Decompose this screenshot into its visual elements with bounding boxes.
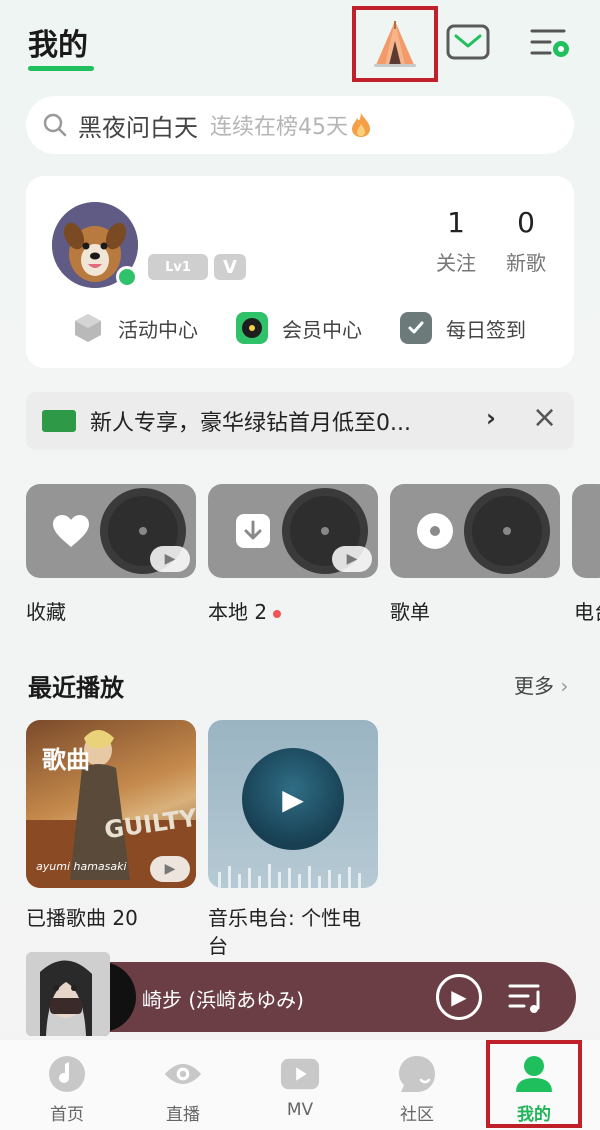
playlist-label: 歌单 [390,600,430,624]
play-icon[interactable]: ▶ [150,546,190,572]
play-pause-button[interactable]: ▶ [436,974,482,1020]
skin-tent-button[interactable] [352,6,438,82]
promo-text: 新人专享，豪华绿钻首月低至0... [90,411,411,436]
vip-center-link[interactable]: 会员中心 [236,312,362,344]
vip-center-label: 会员中心 [282,317,362,342]
radio-label-wrap: 音乐电台: 个性电 台 [208,904,388,960]
tent-icon [374,21,416,67]
activity-center-label: 活动中心 [118,317,198,342]
disc-icon [414,510,456,552]
calendar-check-icon [400,312,432,344]
tab-home-label: 首页 [50,1105,84,1125]
search-bar[interactable]: 黑夜问白天 连续在榜45天 [26,96,574,154]
daily-checkin-label: 每日签到 [446,317,526,342]
music-note-icon [47,1054,87,1094]
vinyl-icon [236,312,268,344]
radio-label: 电台 [574,600,600,624]
tab-mv[interactable]: MV [255,1040,345,1130]
heart-icon [50,510,92,552]
local-label: 本地 2 [208,600,268,624]
waveform-icon [218,864,361,888]
tab-community[interactable]: 社区 [372,1040,462,1130]
singer-portrait [26,952,110,1036]
album-artist-text: ayumi hamasaki [36,860,127,873]
favorites-tile[interactable]: ▶ [26,484,196,578]
following-count: 1 [447,206,465,239]
fire-icon [352,113,370,137]
stat-following[interactable]: 1 关注 [426,206,486,276]
title-underline [28,66,94,71]
playlist-icon [508,984,540,1013]
tab-community-label: 社区 [400,1105,434,1125]
wechat-badge [116,266,138,288]
more-label: 更多 [514,674,554,698]
play-icon: ▶ [451,985,467,1009]
tab-home[interactable]: 首页 [22,1040,112,1130]
new-dot [273,609,282,618]
favorites-label: 收藏 [26,600,66,624]
download-icon [232,510,274,552]
radio-label-line1: 音乐电台: 个性电 [208,906,362,930]
level-badge[interactable]: Lv1 [148,254,208,280]
message-button[interactable] [446,24,490,60]
radio-label-line2: 台 [208,934,228,958]
playlist-tile[interactable] [390,484,560,578]
local-label-wrap: 本地 2 [208,596,282,625]
cube-icon [72,312,104,344]
search-icon [43,113,67,137]
menu-icon [530,29,569,57]
radio-cover[interactable]: ▶ [208,720,378,888]
play-icon[interactable]: ▶ [332,546,372,572]
radio-tile[interactable] [572,484,600,578]
highlight-box [486,1040,582,1128]
close-icon[interactable]: × [532,400,557,435]
recent-songs-cover[interactable]: 歌曲 GUILTY ayumi hamasaki ▶ [26,720,196,888]
mail-icon [446,24,490,60]
new-songs-label: 新歌 [506,251,546,275]
search-hint: 连续在榜45天 [210,115,348,140]
cover-tag: 歌曲 [42,746,90,774]
video-icon [280,1054,320,1094]
chat-bubble-icon [397,1054,437,1094]
vip-badge[interactable]: V [214,254,246,280]
play-icon[interactable]: ▶ [278,783,308,816]
new-songs-count: 0 [517,206,535,239]
recent-section-title: 最近播放 [28,674,124,702]
daily-checkin-link[interactable]: 每日签到 [400,312,526,344]
local-tile[interactable]: ▶ [208,484,378,578]
player-album-art[interactable] [26,952,110,1036]
activity-center-link[interactable]: 活动中心 [72,312,198,344]
chevron-right-icon: › [560,674,569,698]
more-link[interactable]: 更多 › [514,670,568,699]
tab-mv-label: MV [286,1100,314,1120]
chevron-right-icon[interactable]: › [486,404,496,432]
playlist-button[interactable] [506,980,546,1016]
following-label: 关注 [436,251,476,275]
now-playing-text: 崎步 (浜崎あゆみ) [142,988,304,1012]
search-query: 黑夜问白天 [78,113,198,142]
green-diamond-icon [42,410,76,432]
tab-live-label: 直播 [166,1105,200,1125]
vinyl-disc [464,488,550,574]
settings-menu-button[interactable] [528,26,572,60]
tab-live[interactable]: 直播 [138,1040,228,1130]
eye-icon [163,1054,203,1094]
recent-songs-label: 已播歌曲 20 [26,906,138,930]
play-icon[interactable]: ▶ [150,856,190,882]
page-title: 我的 [28,28,88,63]
stat-new-songs[interactable]: 0 新歌 [496,206,556,276]
